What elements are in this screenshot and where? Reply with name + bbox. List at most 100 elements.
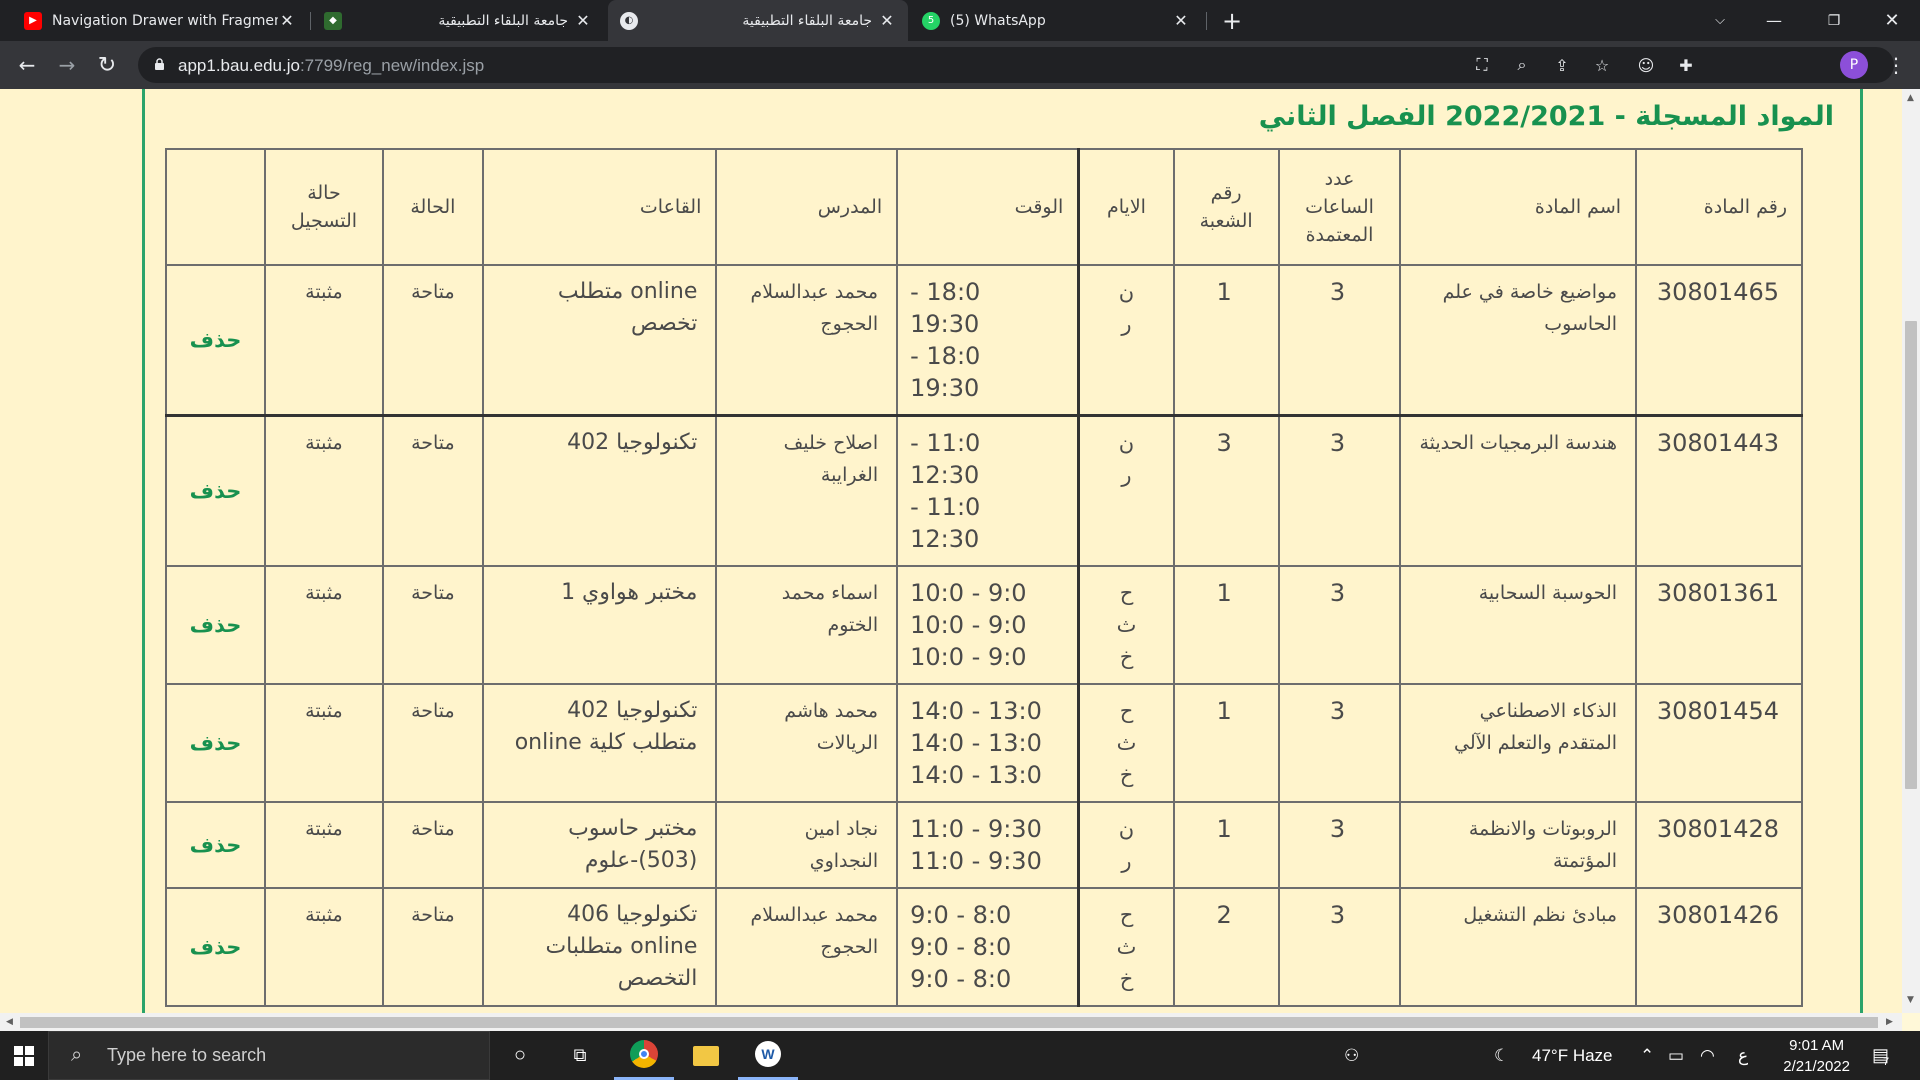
notification-count: 7 xyxy=(1883,1055,1890,1068)
table-row: 30801428 الروبوتات والانظمة المؤتمتة 3 1 ن ر 9… xyxy=(164,801,1803,889)
close-tab-icon[interactable]: ✕ xyxy=(574,11,592,30)
vertical-scroll-thumb[interactable] xyxy=(1905,321,1917,789)
share-icon[interactable]: ⇪ xyxy=(1550,53,1574,77)
windows-taskbar: ⌕ Type here to search ○ ⧉ W ⚇ ☾ 47°F Haz… xyxy=(0,1031,1920,1080)
chrome-taskbar-icon[interactable] xyxy=(614,1031,674,1080)
cortana-icon[interactable]: ○ xyxy=(490,1031,550,1080)
reload-icon[interactable]: ↻ xyxy=(92,50,122,80)
days-line: ث xyxy=(1116,731,1137,755)
scroll-right-arrow-icon[interactable]: ▶ xyxy=(1886,1017,1893,1027)
delete-link[interactable]: حذف xyxy=(164,264,267,417)
time-line: 11:0 - xyxy=(910,429,981,457)
close-window-button[interactable]: ✕ xyxy=(1864,0,1920,41)
file-explorer-icon[interactable] xyxy=(676,1031,736,1080)
clock[interactable]: 9:01 AM 2/21/2022 xyxy=(1783,1035,1850,1077)
scroll-down-arrow-icon[interactable]: ▼ xyxy=(1907,995,1914,1005)
wifi-icon[interactable]: ◠ xyxy=(1700,1031,1715,1080)
vertical-scrollbar[interactable]: ▲ ▼ xyxy=(1902,89,1920,1013)
delete-link[interactable]: حذف xyxy=(164,414,267,567)
windows-start-icon[interactable] xyxy=(0,1031,48,1080)
extensions-puzzle-icon[interactable]: ✚ xyxy=(1674,53,1698,77)
extension-face-icon[interactable]: ☺ xyxy=(1634,53,1658,77)
status: متاحة xyxy=(381,264,484,417)
tab-bau-2-active[interactable]: ◐ جامعة البلقاء التطبيقية ✕ xyxy=(608,0,908,41)
time-line: 9:0 - 10:0 xyxy=(910,643,1027,671)
course-number: 30801428 xyxy=(1635,801,1803,889)
instructor: اسماء محمد الختوم xyxy=(715,565,899,685)
notifications-icon[interactable]: ▤ 7 xyxy=(1872,1031,1889,1080)
url-text[interactable]: app1.bau.edu.jo:7799/reg_new/index.jsp xyxy=(178,56,484,76)
battery-icon[interactable]: ▭ xyxy=(1668,1031,1684,1080)
delete-link[interactable]: حذف xyxy=(164,565,267,685)
table-row: 30801443 هندسة البرمجيات الحديثة 3 3 ن ر 11:0 … xyxy=(164,414,1803,567)
col-time: الوقت xyxy=(896,148,1080,266)
time: 8:0 - 9:0 8:0 - 9:0 8:0 - 9:0 xyxy=(896,887,1080,1007)
youtube-icon: ▶ xyxy=(24,11,42,30)
horizontal-scrollbar[interactable]: ◀ ▶ xyxy=(0,1013,1902,1031)
time-line: 8:0 - 9:0 xyxy=(910,901,1012,929)
time: 13:0 - 14:0 13:0 - 14:0 13:0 - 14:0 xyxy=(896,683,1080,803)
translate-icon[interactable]: ⛶ xyxy=(1470,53,1494,77)
input-language[interactable]: ع xyxy=(1738,1031,1748,1080)
table-row: 30801454 الذكاء الاصطناعي المتقدم والتعلم… xyxy=(164,683,1803,803)
course-number: 30801443 xyxy=(1635,414,1803,567)
back-arrow-icon[interactable]: ← xyxy=(12,50,42,80)
tab-search-chevron-icon[interactable]: ⌵ xyxy=(1692,0,1748,41)
close-tab-icon[interactable]: ✕ xyxy=(278,11,296,30)
url-host: app1.bau.edu.jo xyxy=(178,56,300,75)
lock-icon xyxy=(155,58,164,70)
weather-text[interactable]: 47°F Haze xyxy=(1532,1031,1613,1080)
section-number: 1 xyxy=(1172,683,1280,803)
tab-youtube[interactable]: ▶ Navigation Drawer with Fragmen ✕ xyxy=(12,0,308,41)
days-line: خ xyxy=(1119,645,1134,669)
bookmark-star-icon[interactable]: ☆ xyxy=(1590,53,1614,77)
days-line: ن xyxy=(1118,280,1135,304)
time-line: 8:0 - 9:0 xyxy=(910,965,1012,993)
delete-link[interactable]: حذف xyxy=(164,887,267,1007)
course-number: 30801361 xyxy=(1635,565,1803,685)
scroll-up-arrow-icon[interactable]: ▲ xyxy=(1907,93,1914,103)
delete-link[interactable]: حذف xyxy=(164,683,267,803)
delete-link[interactable]: حذف xyxy=(164,801,267,889)
days-line: ح xyxy=(1119,699,1134,723)
people-icon[interactable]: ⚇ xyxy=(1344,1031,1359,1080)
new-tab-button[interactable]: + xyxy=(1206,0,1258,41)
status: متاحة xyxy=(381,887,484,1007)
address-bar[interactable]: app1.bau.edu.jo:7799/reg_new/index.jsp ⛶… xyxy=(138,47,1894,83)
minimize-button[interactable]: — xyxy=(1746,0,1802,41)
profile-avatar[interactable]: P xyxy=(1840,51,1868,79)
horizontal-scroll-thumb[interactable] xyxy=(20,1017,1878,1028)
table-row: 30801361 الحوسبة السحابية 3 1 ح ث خ 9:0 - 10:0 9… xyxy=(164,565,1803,685)
days-line: خ xyxy=(1119,763,1134,787)
time-line: 13:0 - 14:0 xyxy=(910,697,1042,725)
status: متاحة xyxy=(381,801,484,889)
days: نر xyxy=(1077,264,1175,417)
time-line: 9:30 - 11:0 xyxy=(910,815,1042,843)
status: متاحة xyxy=(381,683,484,803)
registration-status: مثبتة xyxy=(264,414,384,567)
time: 9:0 - 10:0 9:0 - 10:0 9:0 - 10:0 xyxy=(896,565,1080,685)
restore-button[interactable]: ❐ xyxy=(1806,0,1862,41)
col-reg-status: حالة التسجيل xyxy=(264,148,384,266)
close-tab-icon[interactable]: ✕ xyxy=(1172,11,1190,30)
col-rooms: القاعات xyxy=(481,148,718,266)
scroll-left-arrow-icon[interactable]: ◀ xyxy=(6,1017,13,1027)
tab-bau-1[interactable]: ◆ جامعة البلقاء التطبيقية ✕ xyxy=(312,0,604,41)
instructor: محمد هاشم الريالات xyxy=(715,683,899,803)
menu-kebab-icon[interactable]: ⋮ xyxy=(1884,50,1908,80)
section-number: 2 xyxy=(1172,887,1280,1007)
zoom-icon[interactable]: ⌕ xyxy=(1510,53,1534,77)
close-tab-icon[interactable]: ✕ xyxy=(878,11,896,30)
taskbar-search-box[interactable]: ⌕ Type here to search xyxy=(48,1031,490,1080)
weather-icon[interactable]: ☾ xyxy=(1494,1031,1509,1080)
forward-arrow-icon[interactable]: → xyxy=(52,50,82,80)
app-taskbar-icon[interactable]: W xyxy=(738,1031,798,1080)
task-view-icon[interactable]: ⧉ xyxy=(550,1031,610,1080)
whatsapp-icon: 5 xyxy=(922,11,940,30)
time-line: 13:0 - 14:0 xyxy=(910,729,1042,757)
col-section: رقم الشعبة xyxy=(1172,148,1280,266)
col-action xyxy=(164,148,267,266)
rooms: online متطلب تخصص xyxy=(481,264,718,417)
tray-chevron-icon[interactable]: ⌃ xyxy=(1640,1031,1654,1080)
tab-whatsapp[interactable]: 5 (5) WhatsApp ✕ xyxy=(910,0,1202,41)
